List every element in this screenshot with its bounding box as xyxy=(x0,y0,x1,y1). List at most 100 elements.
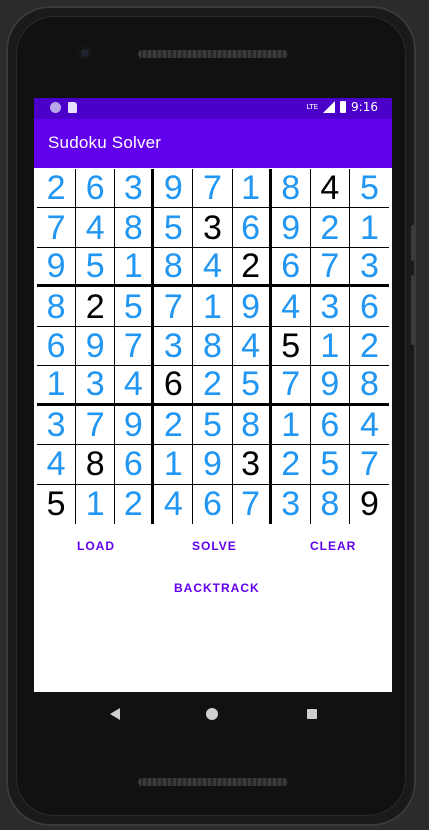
sudoku-cell[interactable]: 4 xyxy=(193,247,233,288)
sudoku-cell[interactable]: 2 xyxy=(154,405,194,446)
sudoku-cell[interactable]: 8 xyxy=(115,208,155,248)
sudoku-cell[interactable]: 7 xyxy=(76,405,116,446)
sudoku-cell[interactable]: 6 xyxy=(193,484,233,524)
recents-icon[interactable] xyxy=(307,709,317,719)
sudoku-cell[interactable]: 8 xyxy=(193,326,233,367)
sudoku-cell[interactable]: 8 xyxy=(76,445,116,485)
sudoku-cell[interactable]: 6 xyxy=(37,326,77,367)
sudoku-cell[interactable]: 5 xyxy=(271,326,311,367)
sudoku-cell[interactable]: 1 xyxy=(76,484,116,524)
backtrack-button[interactable]: BACKTRACK xyxy=(174,581,260,595)
sudoku-cell[interactable]: 5 xyxy=(154,208,194,248)
sudoku-cell[interactable]: 6 xyxy=(115,445,155,485)
notification-dot-icon xyxy=(50,102,61,113)
sudoku-cell[interactable]: 4 xyxy=(154,484,194,524)
sudoku-cell[interactable]: 2 xyxy=(115,484,155,524)
app-title: Sudoku Solver xyxy=(48,133,162,152)
sudoku-cell[interactable]: 6 xyxy=(154,366,194,406)
sudoku-cell[interactable]: 7 xyxy=(154,287,194,327)
sudoku-grid: 2639718457485369219518426738257194366973… xyxy=(37,169,389,524)
sudoku-cell[interactable]: 5 xyxy=(76,247,116,288)
top-speaker xyxy=(138,50,288,58)
load-button[interactable]: LOAD xyxy=(77,539,115,553)
sudoku-cell[interactable]: 6 xyxy=(349,287,389,327)
clear-button[interactable]: CLEAR xyxy=(310,539,356,553)
sudoku-cell[interactable]: 3 xyxy=(232,445,272,485)
battery-icon xyxy=(340,101,347,113)
sudoku-cell[interactable]: 9 xyxy=(115,405,155,446)
sudoku-cell[interactable]: 1 xyxy=(232,169,272,209)
sudoku-cell[interactable]: 4 xyxy=(349,405,389,446)
sudoku-cell[interactable]: 8 xyxy=(310,484,350,524)
sudoku-cell[interactable]: 7 xyxy=(115,326,155,367)
sudoku-cell[interactable]: 9 xyxy=(310,366,350,406)
sudoku-cell[interactable]: 6 xyxy=(76,169,116,209)
sudoku-cell[interactable]: 3 xyxy=(349,247,389,288)
sudoku-cell[interactable]: 3 xyxy=(271,484,311,524)
sudoku-cell[interactable]: 1 xyxy=(115,247,155,288)
sudoku-cell[interactable]: 6 xyxy=(271,247,311,288)
sd-card-icon xyxy=(68,102,77,113)
sudoku-cell[interactable]: 4 xyxy=(37,445,77,485)
sudoku-cell[interactable]: 8 xyxy=(154,247,194,288)
sudoku-cell[interactable]: 7 xyxy=(349,445,389,485)
sudoku-cell[interactable]: 1 xyxy=(37,366,77,406)
sudoku-cell[interactable]: 9 xyxy=(37,247,77,288)
sudoku-cell[interactable]: 5 xyxy=(349,169,389,209)
sudoku-cell[interactable]: 7 xyxy=(37,208,77,248)
sudoku-cell[interactable]: 3 xyxy=(76,366,116,406)
sudoku-cell[interactable]: 9 xyxy=(232,287,272,327)
sudoku-cell[interactable]: 7 xyxy=(232,484,272,524)
sudoku-cell[interactable]: 2 xyxy=(37,169,77,209)
sudoku-cell[interactable]: 3 xyxy=(193,208,233,248)
sudoku-cell[interactable]: 5 xyxy=(115,287,155,327)
sudoku-cell[interactable]: 6 xyxy=(310,405,350,446)
sudoku-cell[interactable]: 9 xyxy=(76,326,116,367)
sudoku-board: 2639718457485369219518426738257194366973… xyxy=(37,169,389,524)
sudoku-cell[interactable]: 3 xyxy=(37,405,77,446)
back-icon[interactable] xyxy=(110,708,120,720)
app-toolbar: Sudoku Solver xyxy=(34,119,392,168)
sudoku-cell[interactable]: 6 xyxy=(232,208,272,248)
sudoku-cell[interactable]: 3 xyxy=(154,326,194,367)
sudoku-cell[interactable]: 5 xyxy=(37,484,77,524)
sudoku-cell[interactable]: 8 xyxy=(232,405,272,446)
sudoku-cell[interactable]: 7 xyxy=(193,169,233,209)
sudoku-cell[interactable]: 7 xyxy=(271,366,311,406)
sudoku-cell[interactable]: 8 xyxy=(271,169,311,209)
nav-bar xyxy=(34,692,392,736)
sudoku-cell[interactable]: 9 xyxy=(349,484,389,524)
sudoku-cell[interactable]: 3 xyxy=(310,287,350,327)
sudoku-cell[interactable]: 1 xyxy=(193,287,233,327)
sudoku-cell[interactable]: 8 xyxy=(349,366,389,406)
home-icon[interactable] xyxy=(206,708,218,720)
sudoku-cell[interactable]: 4 xyxy=(271,287,311,327)
status-bar: LTE 9:16 xyxy=(34,98,392,119)
front-camera xyxy=(78,46,92,60)
sudoku-cell[interactable]: 5 xyxy=(193,405,233,446)
sudoku-cell[interactable]: 4 xyxy=(76,208,116,248)
sudoku-cell[interactable]: 1 xyxy=(154,445,194,485)
sudoku-cell[interactable]: 9 xyxy=(271,208,311,248)
sudoku-cell[interactable]: 1 xyxy=(310,326,350,367)
sudoku-cell[interactable]: 3 xyxy=(115,169,155,209)
sudoku-cell[interactable]: 2 xyxy=(193,366,233,406)
sudoku-cell[interactable]: 1 xyxy=(271,405,311,446)
sudoku-cell[interactable]: 2 xyxy=(349,326,389,367)
sudoku-cell[interactable]: 2 xyxy=(76,287,116,327)
sudoku-cell[interactable]: 9 xyxy=(154,169,194,209)
sudoku-cell[interactable]: 4 xyxy=(310,169,350,209)
sudoku-cell[interactable]: 7 xyxy=(310,247,350,288)
sudoku-cell[interactable]: 2 xyxy=(310,208,350,248)
sudoku-cell[interactable]: 9 xyxy=(193,445,233,485)
sudoku-cell[interactable]: 5 xyxy=(310,445,350,485)
sudoku-cell[interactable]: 5 xyxy=(232,366,272,406)
sudoku-cell[interactable]: 2 xyxy=(232,247,272,288)
sudoku-cell[interactable]: 8 xyxy=(37,287,77,327)
sudoku-cell[interactable]: 4 xyxy=(232,326,272,367)
solve-button[interactable]: SOLVE xyxy=(192,539,237,553)
sudoku-cell[interactable]: 2 xyxy=(271,445,311,485)
sudoku-cell[interactable]: 1 xyxy=(349,208,389,248)
volume-button xyxy=(411,275,416,345)
sudoku-cell[interactable]: 4 xyxy=(115,366,155,406)
